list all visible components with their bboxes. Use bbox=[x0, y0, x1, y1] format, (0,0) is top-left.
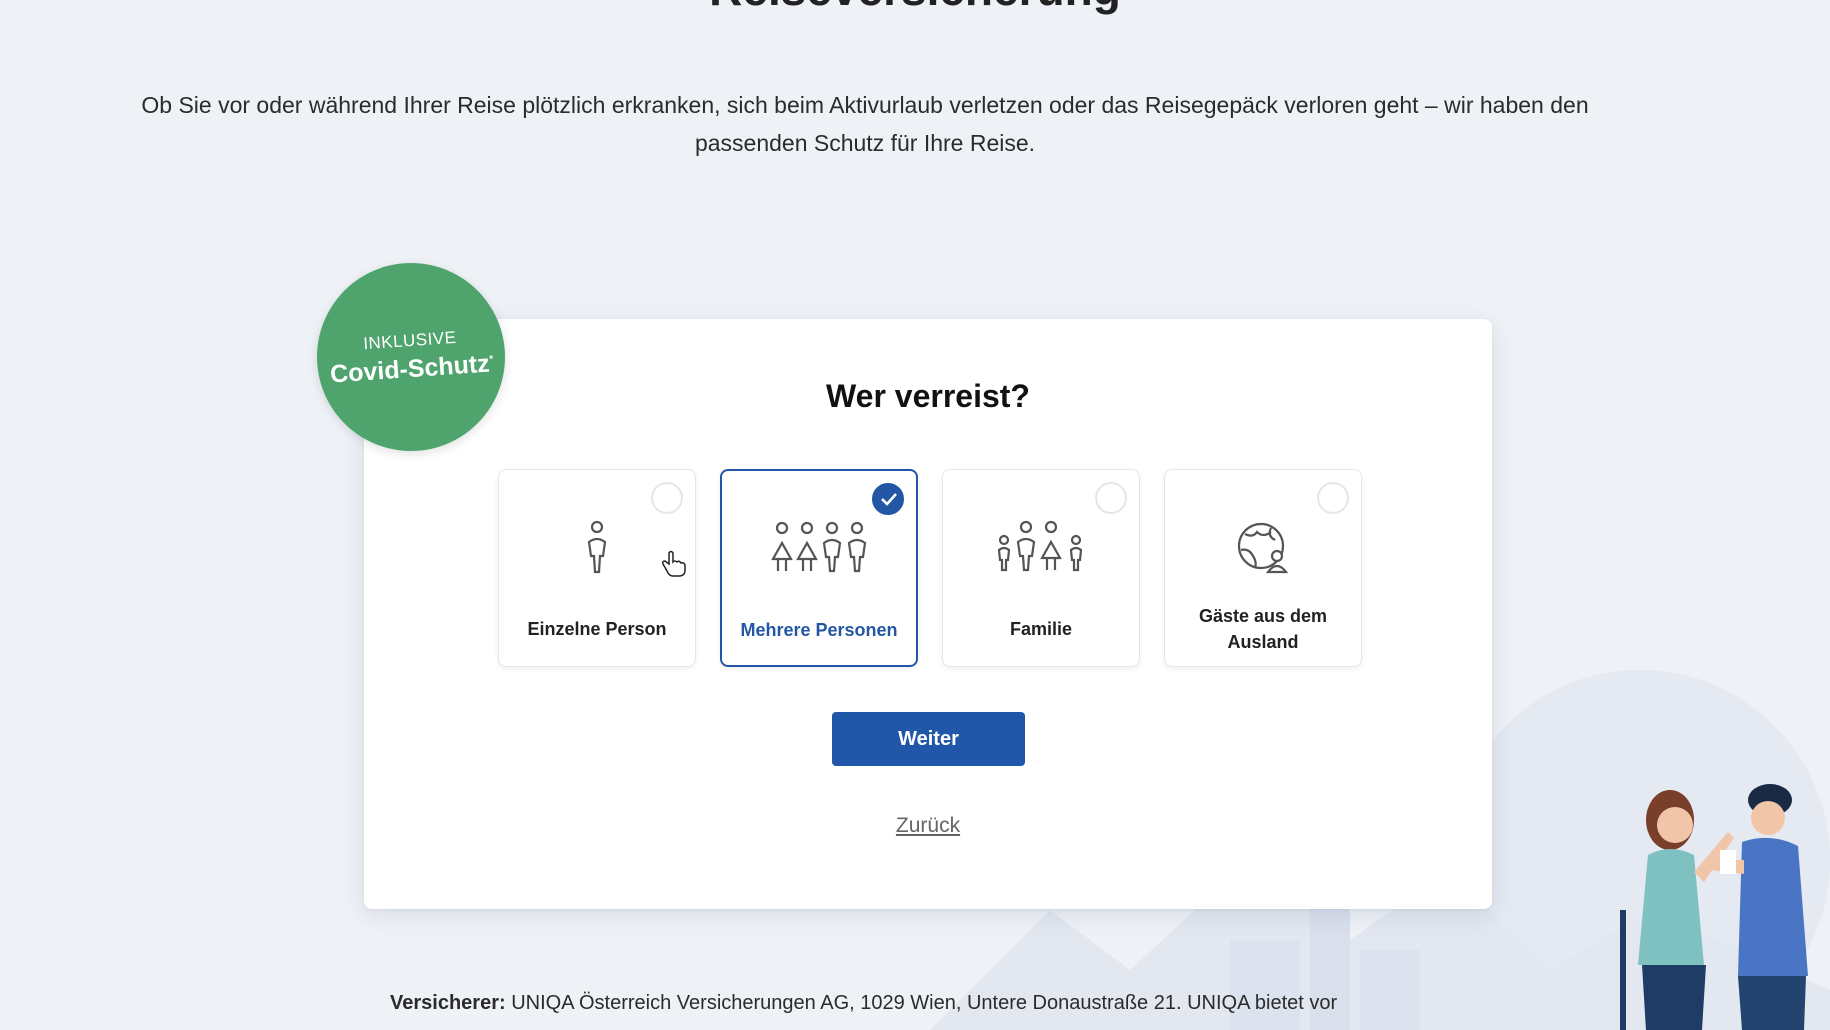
radio-checked[interactable] bbox=[872, 483, 904, 515]
multiple-persons-icon bbox=[722, 521, 916, 577]
traveller-options: Einzelne Person Mehrere Personen Familie… bbox=[498, 469, 1362, 667]
badge-footnote-mark: * bbox=[488, 353, 494, 365]
radio-unchecked[interactable] bbox=[1317, 482, 1349, 514]
option-family[interactable]: Familie bbox=[942, 469, 1140, 667]
badge-line1: INKLUSIVE bbox=[362, 327, 458, 353]
wizard-question: Wer verreist? bbox=[826, 378, 1030, 414]
intro-text: Ob Sie vor oder während Ihrer Reise plöt… bbox=[141, 92, 1589, 156]
option-label: Mehrere Personen bbox=[740, 620, 898, 640]
option-multiple-persons[interactable]: Mehrere Personen bbox=[720, 469, 918, 667]
footer-text: UNIQA Österreich Versicherungen AG, 1029… bbox=[511, 992, 1338, 1014]
option-label: Gäste aus dem Ausland bbox=[1198, 606, 1328, 652]
checkmark-icon bbox=[881, 493, 897, 506]
hand-cursor-icon bbox=[662, 550, 686, 577]
family-icon bbox=[943, 520, 1139, 576]
option-label: Einzelne Person bbox=[527, 619, 667, 639]
option-label: Familie bbox=[1009, 619, 1073, 639]
insurer-footer: Versicherer: UNIQA Österreich Versicheru… bbox=[390, 992, 1490, 1015]
next-button[interactable]: Weiter bbox=[832, 712, 1025, 766]
page: Reiseversicherung Ob Sie vor oder währen… bbox=[0, 0, 1830, 1030]
option-foreign-guests[interactable]: Gäste aus dem Ausland bbox=[1164, 469, 1362, 667]
globe-guest-icon bbox=[1165, 520, 1361, 576]
back-link[interactable]: Zurück bbox=[364, 814, 1492, 838]
radio-unchecked[interactable] bbox=[1095, 482, 1127, 514]
page-title: Reiseversicherung bbox=[0, 0, 1830, 16]
radio-unchecked[interactable] bbox=[651, 482, 683, 514]
footer-label: Versicherer: bbox=[390, 992, 506, 1014]
